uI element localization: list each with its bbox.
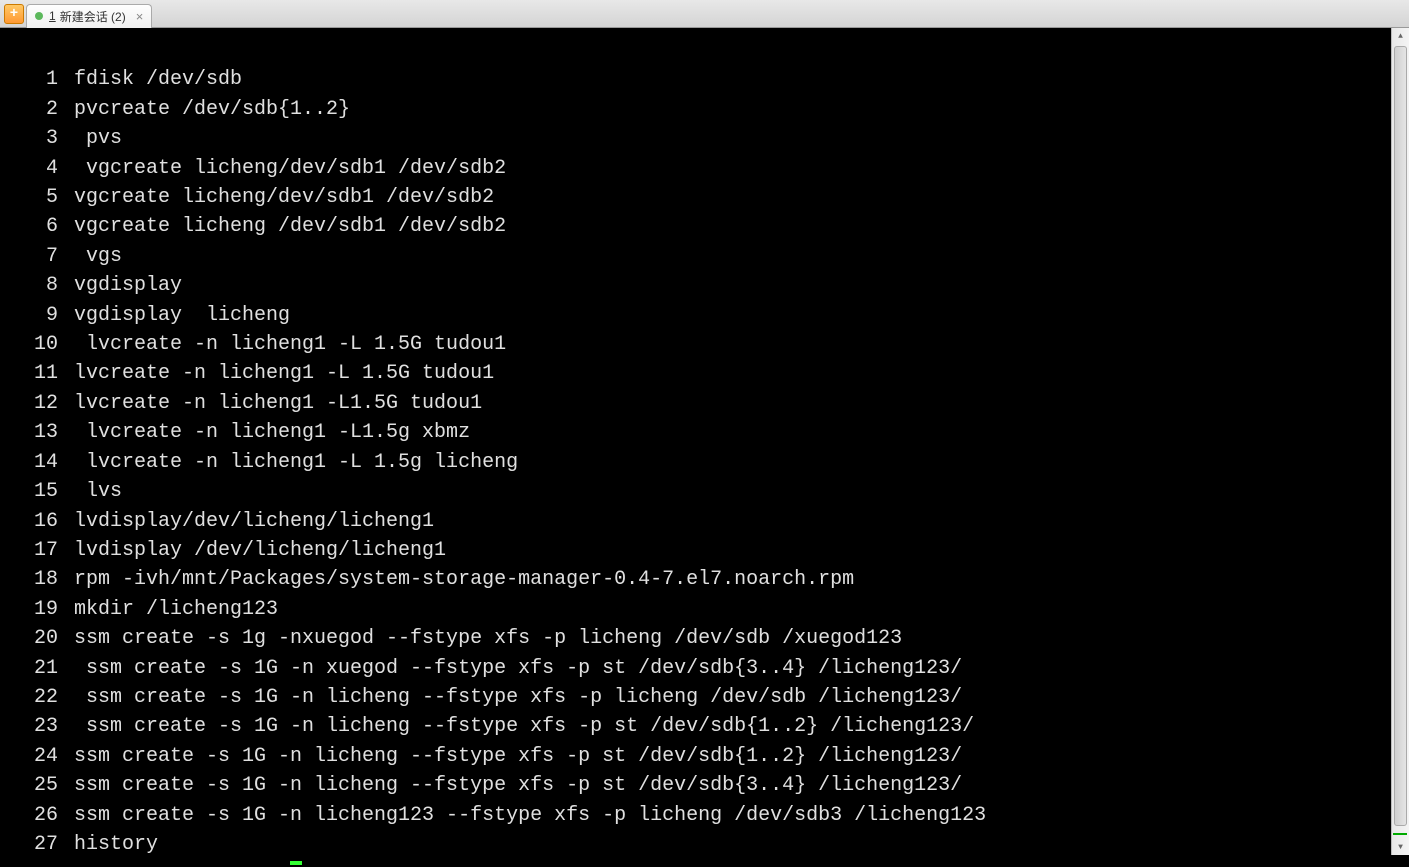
line-number: 9 xyxy=(4,301,74,330)
line-number: 8 xyxy=(4,271,74,300)
command-text: lvdisplay/dev/licheng/licheng1 xyxy=(74,507,434,536)
history-line: 20ssm create -s 1g -nxuegod --fstype xfs… xyxy=(4,624,1405,653)
history-line: 18rpm -ivh/mnt/Packages/system-storage-m… xyxy=(4,565,1405,594)
vertical-scrollbar[interactable]: ▲ ▼ xyxy=(1391,28,1409,855)
history-line: 1fdisk /dev/sdb xyxy=(4,65,1405,94)
history-line: 13 lvcreate -n licheng1 -L1.5g xbmz xyxy=(4,418,1405,447)
command-text: mkdir /licheng123 xyxy=(74,595,278,624)
line-number: 24 xyxy=(4,742,74,771)
history-line: 5vgcreate licheng/dev/sdb1 /dev/sdb2 xyxy=(4,183,1405,212)
line-number: 18 xyxy=(4,565,74,594)
line-number: 3 xyxy=(4,124,74,153)
command-text: ssm create -s 1g -nxuegod --fstype xfs -… xyxy=(74,624,902,653)
history-line: 3 pvs xyxy=(4,124,1405,153)
line-number: 10 xyxy=(4,330,74,359)
command-text: vgdisplay xyxy=(74,271,182,300)
history-line: 4 vgcreate licheng/dev/sdb1 /dev/sdb2 xyxy=(4,154,1405,183)
tab-title: 新建会话 (2) xyxy=(60,8,126,25)
line-number: 15 xyxy=(4,477,74,506)
command-text: vgdisplay licheng xyxy=(74,301,290,330)
line-number: 5 xyxy=(4,183,74,212)
line-number: 1 xyxy=(4,65,74,94)
history-line: 17lvdisplay /dev/licheng/licheng1 xyxy=(4,536,1405,565)
command-text: lvcreate -n licheng1 -L 1.5G tudou1 xyxy=(74,330,506,359)
terminal-output[interactable]: 1fdisk /dev/sdb2pvcreate /dev/sdb{1..2}3… xyxy=(0,28,1409,867)
command-text: vgcreate licheng /dev/sdb1 /dev/sdb2 xyxy=(74,212,506,241)
command-text: ssm create -s 1G -n licheng --fstype xfs… xyxy=(74,742,962,771)
history-line: 26ssm create -s 1G -n licheng123 --fstyp… xyxy=(4,801,1405,830)
command-text: lvcreate -n licheng1 -L 1.5G tudou1 xyxy=(74,359,494,388)
line-number: 17 xyxy=(4,536,74,565)
history-line: 23 ssm create -s 1G -n licheng --fstype … xyxy=(4,712,1405,741)
close-tab-button[interactable]: × xyxy=(136,9,144,24)
history-line: 16lvdisplay/dev/licheng/licheng1 xyxy=(4,507,1405,536)
history-line: 9vgdisplay licheng xyxy=(4,301,1405,330)
line-number: 21 xyxy=(4,654,74,683)
history-line: 6vgcreate licheng /dev/sdb1 /dev/sdb2 xyxy=(4,212,1405,241)
line-number: 7 xyxy=(4,242,74,271)
scroll-status-indicator xyxy=(1393,833,1407,835)
line-number: 11 xyxy=(4,359,74,388)
line-number: 14 xyxy=(4,448,74,477)
command-text: vgcreate licheng/dev/sdb1 /dev/sdb2 xyxy=(74,183,494,212)
command-text: vgcreate licheng/dev/sdb1 /dev/sdb2 xyxy=(74,154,506,183)
history-line: 15 lvs xyxy=(4,477,1405,506)
history-line: 19mkdir /licheng123 xyxy=(4,595,1405,624)
command-text: ssm create -s 1G -n licheng --fstype xfs… xyxy=(74,683,962,712)
command-text: lvdisplay /dev/licheng/licheng1 xyxy=(74,536,446,565)
history-line: 2pvcreate /dev/sdb{1..2} xyxy=(4,95,1405,124)
command-text: lvcreate -n licheng1 -L1.5g xbmz xyxy=(74,418,470,447)
line-number: 25 xyxy=(4,771,74,800)
history-line: 25ssm create -s 1G -n licheng --fstype x… xyxy=(4,771,1405,800)
line-number: 19 xyxy=(4,595,74,624)
plus-icon: + xyxy=(10,6,18,22)
connection-status-icon xyxy=(35,12,43,20)
history-line: 21 ssm create -s 1G -n xuegod --fstype x… xyxy=(4,654,1405,683)
line-number: 12 xyxy=(4,389,74,418)
line-number: 16 xyxy=(4,507,74,536)
command-text: ssm create -s 1G -n licheng --fstype xfs… xyxy=(74,712,974,741)
scrollbar-thumb[interactable] xyxy=(1394,46,1407,826)
line-number: 4 xyxy=(4,154,74,183)
line-number: 13 xyxy=(4,418,74,447)
line-number: 22 xyxy=(4,683,74,712)
line-number: 26 xyxy=(4,801,74,830)
tab-bar: + 1 新建会话 (2) × xyxy=(0,0,1409,28)
command-text: ssm create -s 1G -n xuegod --fstype xfs … xyxy=(74,654,962,683)
history-line: 11lvcreate -n licheng1 -L 1.5G tudou1 xyxy=(4,359,1405,388)
command-text: lvcreate -n licheng1 -L1.5G tudou1 xyxy=(74,389,482,418)
terminal-cursor xyxy=(290,861,302,865)
command-text: lvs xyxy=(74,477,122,506)
new-tab-button[interactable]: + xyxy=(4,4,24,24)
command-text: rpm -ivh/mnt/Packages/system-storage-man… xyxy=(74,565,854,594)
history-line: 10 lvcreate -n licheng1 -L 1.5G tudou1 xyxy=(4,330,1405,359)
command-text: ssm create -s 1G -n licheng --fstype xfs… xyxy=(74,771,962,800)
command-text: lvcreate -n licheng1 -L 1.5g licheng xyxy=(74,448,518,477)
line-number: 20 xyxy=(4,624,74,653)
history-line: 24ssm create -s 1G -n licheng --fstype x… xyxy=(4,742,1405,771)
line-number: 2 xyxy=(4,95,74,124)
command-text: pvcreate /dev/sdb{1..2} xyxy=(74,95,350,124)
history-line: 22 ssm create -s 1G -n licheng --fstype … xyxy=(4,683,1405,712)
session-tab[interactable]: 1 新建会话 (2) × xyxy=(26,4,152,28)
history-line: 7 vgs xyxy=(4,242,1405,271)
tab-number: 1 xyxy=(49,9,56,23)
line-number: 6 xyxy=(4,212,74,241)
command-text: fdisk /dev/sdb xyxy=(74,65,242,94)
history-line: 12lvcreate -n licheng1 -L1.5G tudou1 xyxy=(4,389,1405,418)
history-line: 8vgdisplay xyxy=(4,271,1405,300)
command-text: ssm create -s 1G -n licheng123 --fstype … xyxy=(74,801,986,830)
command-text: vgs xyxy=(74,242,122,271)
scroll-down-button[interactable]: ▼ xyxy=(1392,839,1409,855)
scroll-up-button[interactable]: ▲ xyxy=(1392,28,1409,44)
command-text: pvs xyxy=(74,124,122,153)
line-number: 23 xyxy=(4,712,74,741)
history-line: 14 lvcreate -n licheng1 -L 1.5g licheng xyxy=(4,448,1405,477)
